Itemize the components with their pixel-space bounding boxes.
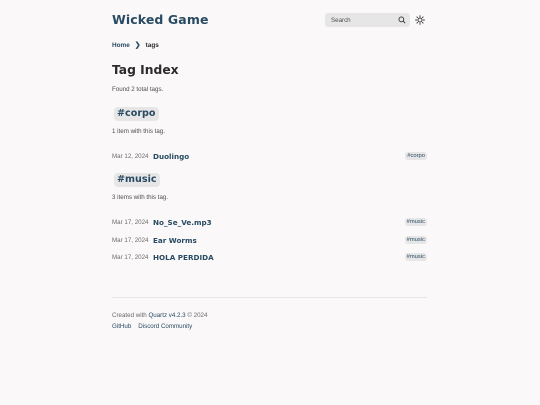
list-item: Mar 12, 2024 Duolingo #corpo xyxy=(112,150,427,162)
footer-credit: Created with Quartz v4.2.3 © 2024 xyxy=(112,312,207,319)
footer-copyright: © 2024 xyxy=(185,312,208,319)
tag-item-count: 1 item with this tag. xyxy=(112,128,165,135)
breadcrumb-separator: ❯ xyxy=(134,42,141,49)
item-tag[interactable]: #music xyxy=(404,253,427,261)
tag-count-summary: Found 2 total tags. xyxy=(112,86,164,93)
item-tag[interactable]: #corpo xyxy=(405,152,427,160)
footer-links: GitHub Discord Community xyxy=(112,323,192,330)
tag-heading-corpo[interactable]: #corpo xyxy=(114,107,159,121)
list-item: Mar 17, 2024 No_Se_Ve.mp3 #music xyxy=(112,216,427,228)
item-date: Mar 17, 2024 xyxy=(112,253,149,261)
sun-icon[interactable] xyxy=(415,15,425,25)
tag-heading-music[interactable]: #music xyxy=(114,173,160,187)
page-content: Wicked Game Search Home ❯ tags Tag Index… xyxy=(112,0,427,405)
search-placeholder: Search xyxy=(331,16,351,24)
list-item: Mar 17, 2024 Ear Worms #music xyxy=(112,234,427,246)
tag-item-count: 3 items with this tag. xyxy=(112,194,169,201)
site-title[interactable]: Wicked Game xyxy=(112,12,209,27)
quartz-link[interactable]: Quartz v4.2.3 xyxy=(148,312,185,319)
item-date: Mar 12, 2024 xyxy=(112,152,149,160)
item-date: Mar 17, 2024 xyxy=(112,236,149,244)
github-link[interactable]: GitHub xyxy=(112,323,131,330)
discord-link[interactable]: Discord Community xyxy=(138,323,192,330)
item-date: Mar 17, 2024 xyxy=(112,218,149,226)
footer-created-prefix: Created with xyxy=(112,312,149,319)
item-tag[interactable]: #music xyxy=(404,236,427,244)
page-title: Tag Index xyxy=(112,63,179,77)
item-link[interactable]: Ear Worms xyxy=(153,236,197,245)
item-link[interactable]: HOLA PERDIDA xyxy=(153,253,214,262)
item-tag[interactable]: #music xyxy=(404,218,427,226)
item-link[interactable]: Duolingo xyxy=(153,152,189,161)
item-link[interactable]: No_Se_Ve.mp3 xyxy=(153,218,212,227)
breadcrumb-current: tags xyxy=(145,41,159,49)
search-icon xyxy=(398,16,406,24)
breadcrumb-home[interactable]: Home xyxy=(112,42,130,49)
search-button[interactable]: Search xyxy=(325,13,410,27)
footer-divider xyxy=(112,297,427,298)
list-item: Mar 17, 2024 HOLA PERDIDA #music xyxy=(112,251,427,263)
breadcrumb: Home ❯ tags xyxy=(112,41,159,50)
